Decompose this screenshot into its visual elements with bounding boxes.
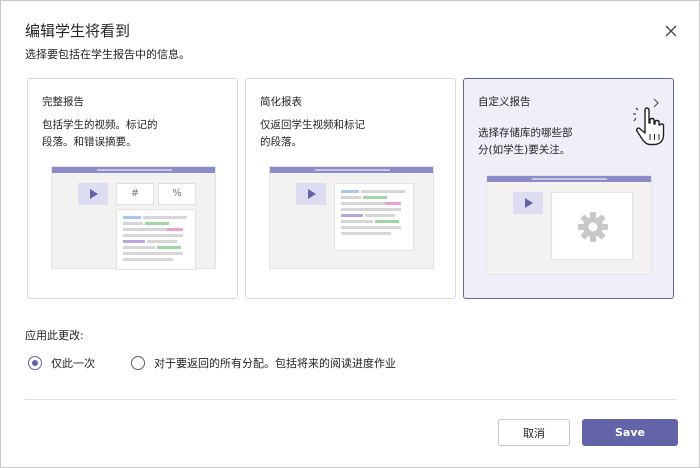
radio-this-time-only[interactable] <box>28 356 42 370</box>
card-description-line: 段落。和错误摘要。 <box>42 136 137 148</box>
radio-label-this-time-only[interactable]: 仅此一次 <box>51 355 95 371</box>
dialog-subtitle: 选择要包括在学生报告中的信息。 <box>25 48 190 61</box>
card-description: 仅返回学生视频和标记 的段落。 <box>260 117 445 151</box>
percent-tile: % <box>158 183 196 205</box>
edit-student-view-dialog: 编辑学生将看到 选择要包括在学生报告中的信息。 完整报告 包括学生的视频。标记的… <box>0 0 700 468</box>
cancel-button[interactable]: 取消 <box>498 419 570 446</box>
radio-all-assignments[interactable] <box>131 356 145 370</box>
settings-panel-thumbnail <box>551 192 633 260</box>
video-thumbnail-icon <box>513 192 543 214</box>
card-title: 完整报告 <box>42 96 84 108</box>
video-thumbnail-icon <box>296 183 326 205</box>
card-description-line: 仅返回学生视频和标记 <box>260 119 365 131</box>
custom-report-illustration <box>486 175 652 275</box>
radio-label-all-assignments[interactable]: 对于要返回的所有分配。包括将来的阅读进度作业 <box>154 355 396 371</box>
card-description-line: 包括学生的视频。标记的 <box>42 119 158 131</box>
card-full-report[interactable]: 完整报告 包括学生的视频。标记的 段落。和错误摘要。 # % <box>27 78 238 299</box>
gear-icon <box>578 212 608 242</box>
card-title: 简化报表 <box>260 96 302 108</box>
hand-pointer-icon <box>633 107 665 146</box>
card-simplified-report[interactable]: 简化报表 仅返回学生视频和标记 的段落。 <box>245 78 456 299</box>
dialog-title: 编辑学生将看到 <box>25 22 131 40</box>
document-thumbnail <box>116 209 196 270</box>
save-button[interactable]: Save <box>582 419 678 446</box>
footer-divider <box>25 399 677 400</box>
close-icon[interactable] <box>661 21 681 41</box>
apply-changes-label: 应用此更改: <box>25 329 84 342</box>
simplified-report-illustration <box>269 166 434 269</box>
full-report-illustration: # % <box>51 166 216 270</box>
video-thumbnail-icon <box>78 183 108 205</box>
card-title: 自定义报告 <box>478 96 531 108</box>
hash-tile: # <box>116 183 154 205</box>
card-description: 包括学生的视频。标记的 段落。和错误摘要。 <box>42 117 227 151</box>
document-thumbnail <box>334 183 414 251</box>
card-description-line: 的段落。 <box>260 136 302 148</box>
